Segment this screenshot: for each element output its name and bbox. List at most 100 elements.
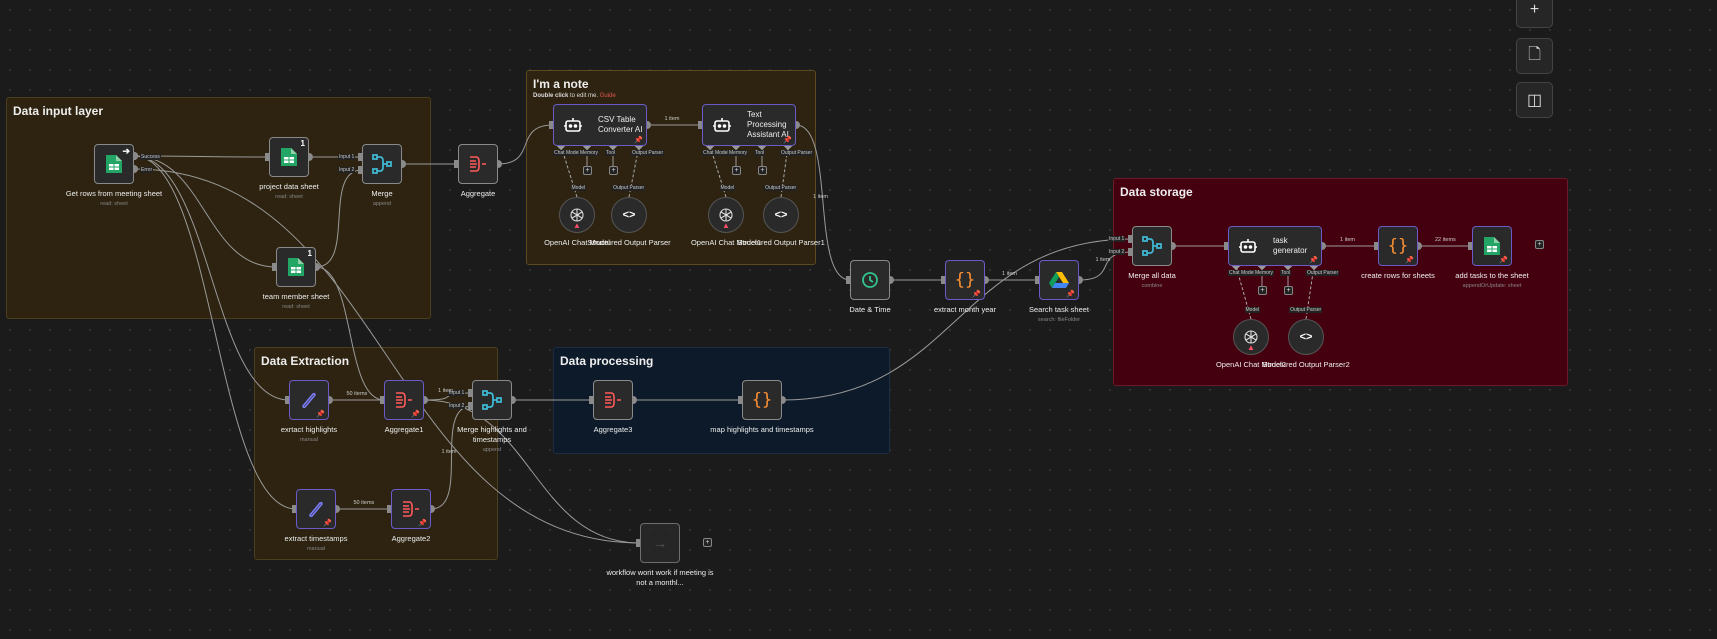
sub-port-label: Tool: [754, 150, 766, 156]
node-label: extract timestamps manual: [284, 534, 348, 552]
node-get-rows-from-meeting-sheet[interactable]: ➔: [94, 144, 134, 184]
edge-item-count: 1 item: [813, 193, 828, 200]
node-task-generator[interactable]: task generator 📌: [1228, 226, 1322, 266]
warning-icon: ▲: [722, 221, 730, 230]
node-label: add tasks to the sheet appendOrUpdate: sh…: [1455, 271, 1529, 289]
pin-icon: 📌: [1066, 291, 1075, 298]
node-project-data-sheet[interactable]: 1: [269, 137, 309, 177]
add-node-icon: +: [1529, 1, 1540, 18]
node-extract-month-year[interactable]: {} 📌: [945, 260, 985, 300]
robot-icon: [713, 117, 731, 133]
node-search-task-sheet[interactable]: 📌: [1039, 260, 1079, 300]
input-port-label: Input 2: [1108, 249, 1126, 255]
node-team-member-sheet[interactable]: 1: [276, 247, 316, 287]
edge-item-count: 1 item: [441, 448, 457, 455]
node-extract-timestamps[interactable]: 📌: [296, 489, 336, 529]
add-node-button[interactable]: +: [703, 538, 712, 547]
pin-icon: 📌: [972, 291, 981, 298]
sub-port-label: Memory: [1254, 270, 1275, 276]
aggregate-icon: [602, 389, 624, 411]
pin-icon: 📌: [323, 520, 332, 527]
sub-port-label: Chat Model: [702, 150, 730, 156]
sub-port-label: Output Parser: [612, 185, 646, 191]
node-label: Date & Time: [849, 305, 891, 314]
code-icon: <>: [622, 209, 636, 221]
add-sub-node-button[interactable]: +: [1258, 286, 1267, 295]
sub-port-label: Output Parser: [764, 185, 798, 191]
sub-port-label: Tool: [1280, 270, 1292, 276]
node-label: Structured Output Parser1: [737, 238, 825, 247]
node-date-time[interactable]: [850, 260, 890, 300]
sheets-icon: [1484, 236, 1500, 256]
sub-port-label: Output Parser: [1289, 307, 1323, 313]
add-node-button[interactable]: +: [1516, 0, 1553, 28]
run-count-badge: 1: [300, 139, 305, 148]
add-sub-node-button[interactable]: +: [609, 166, 618, 175]
node-structured-output-parser[interactable]: <>: [611, 197, 647, 233]
warning-icon: ▲: [1247, 343, 1255, 352]
node-workflow-wont-work-if-meeting-is-not-a-monthl[interactable]: →: [640, 523, 680, 563]
node-openai-chat-model1[interactable]: ▲: [708, 197, 744, 233]
sub-port-label: Model: [570, 185, 587, 191]
node-aggregate[interactable]: [458, 144, 498, 184]
braces-icon: {}: [954, 270, 976, 290]
merge-icon: [371, 153, 393, 175]
input-port-label: Input 1: [338, 154, 356, 160]
sub-port-label: Output Parser: [631, 150, 665, 156]
connection[interactable]: [497, 124, 554, 165]
warning-icon: ▲: [573, 221, 581, 230]
toggle-panel-button[interactable]: ◫: [1516, 82, 1553, 118]
edge-item-count: 50 items: [346, 391, 368, 397]
sub-port-label: Chat Model: [1228, 270, 1256, 276]
connection[interactable]: [795, 124, 851, 281]
node-map-highlights-and-timestamps[interactable]: {}: [742, 380, 782, 420]
node-exrtact-highlights[interactable]: 📌: [289, 380, 329, 420]
node-structured-output-parser1[interactable]: <>: [763, 197, 799, 233]
node-label: Structured Output Parser: [587, 238, 671, 247]
node-label: map highlights and timestamps: [710, 425, 814, 434]
node-merge[interactable]: [362, 144, 402, 184]
pin-icon: 📌: [411, 411, 420, 418]
input-port-label: Input 2: [338, 167, 356, 173]
sticky-note-button[interactable]: 🗋: [1516, 38, 1553, 74]
node-merge-all-data[interactable]: [1132, 226, 1172, 266]
node-text-processing-assistant-ai[interactable]: Text Processing Assistant AI 📌: [702, 104, 796, 146]
node-label: Search task sheet search: fileFolder: [1028, 305, 1090, 323]
connection[interactable]: [423, 399, 641, 544]
node-merge-highlights-and-timestamps[interactable]: [472, 380, 512, 420]
add-sub-node-button[interactable]: +: [583, 166, 592, 175]
sub-port-label: Output Parser: [1306, 270, 1340, 276]
code-icon: <>: [1299, 331, 1313, 343]
pin-icon: 📌: [1405, 257, 1414, 264]
merge-icon: [1141, 235, 1163, 257]
add-node-button[interactable]: +: [1535, 240, 1544, 249]
add-sub-node-button[interactable]: +: [732, 166, 741, 175]
sticky-note-icon: 🗋: [1528, 45, 1541, 63]
edge-item-count: 1 item: [438, 387, 453, 394]
sub-port-label: Tool: [605, 150, 617, 156]
arrow-icon: →: [653, 535, 667, 551]
sheets-icon: [288, 257, 304, 277]
edge-item-count: 1 item: [1340, 237, 1355, 243]
node-csv-table-converter-ai[interactable]: CSV Table Converter AI 📌: [553, 104, 647, 146]
node-aggregate1[interactable]: 📌: [384, 380, 424, 420]
trigger-arrow-icon: ➔: [122, 146, 130, 156]
node-label: Structured Output Parser2: [1262, 360, 1350, 369]
aggregate-icon: [467, 153, 489, 175]
add-sub-node-button[interactable]: +: [758, 166, 767, 175]
node-add-tasks-to-the-sheet[interactable]: 📌: [1472, 226, 1512, 266]
pin-icon: 📌: [316, 411, 325, 418]
node-aggregate2[interactable]: 📌: [391, 489, 431, 529]
add-sub-node-button[interactable]: +: [1284, 286, 1293, 295]
node-structured-output-parser2[interactable]: <>: [1288, 319, 1324, 355]
node-label: task generator: [1273, 236, 1308, 255]
edge-item-count: 22 items: [1435, 237, 1456, 243]
node-create-rows-for-sheets[interactable]: {} 📌: [1378, 226, 1418, 266]
node-aggregate3[interactable]: [593, 380, 633, 420]
code-icon: <>: [774, 209, 788, 221]
aggregate-icon: [400, 498, 422, 520]
node-openai-chat-model2[interactable]: ▲: [1233, 319, 1269, 355]
node-openai-chat-model[interactable]: ▲: [559, 197, 595, 233]
connection[interactable]: [133, 155, 277, 268]
connection[interactable]: [430, 405, 473, 510]
